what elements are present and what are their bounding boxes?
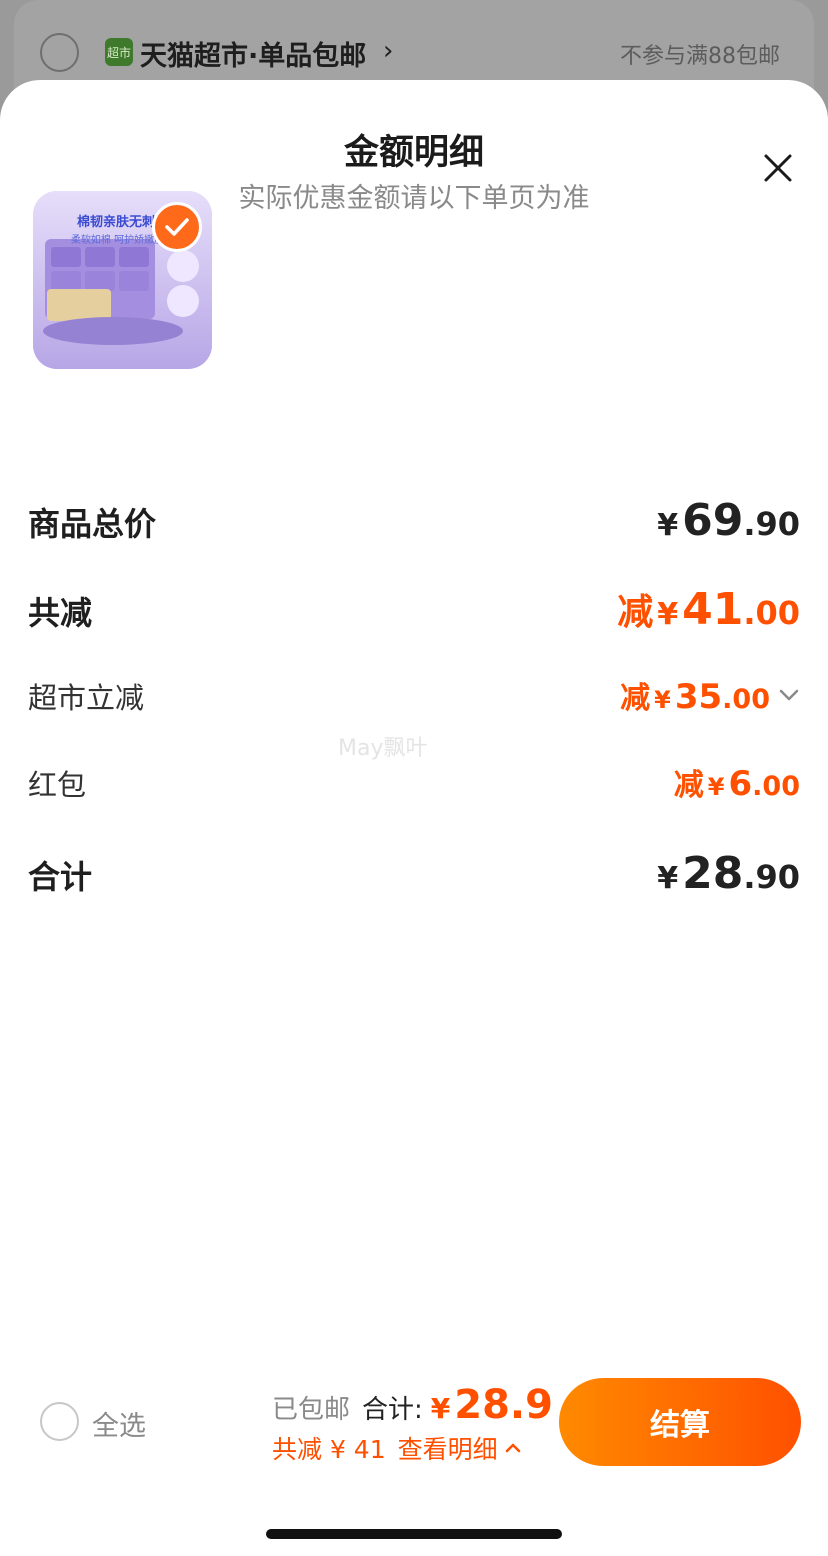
store-shipping-note: 不参与满88包邮 [620,44,780,69]
bar-total-value: 28.9 [454,1382,553,1428]
currency-symbol: ¥ [654,686,671,714]
sheet-title: 金额明细 [343,133,484,173]
home-indicator[interactable] [266,1529,562,1539]
discount-prefix: 减 [673,768,704,803]
market-discount-row[interactable]: 超市立减 减 ¥ 35 .00 [28,673,800,717]
subtotal-label: 商品总价 [28,505,157,543]
market-discount-amount: 减 ¥ 35 .00 [620,673,800,717]
total-discount-row: 共减 减 ¥ 41 .00 [28,583,800,635]
currency-symbol: ¥ [657,597,679,632]
bar-total-label: 合计: [362,1395,423,1425]
currency-symbol: ¥ [707,773,725,801]
currency-symbol: ¥ [657,508,679,543]
total-label: 合计 [28,858,93,896]
total-discount-amount: 减 ¥ 41 .00 [617,583,800,635]
shipping-status: 已包邮 [272,1395,351,1425]
total-discount-label: 共减 [28,594,93,632]
chevron-right-icon[interactable]: › [383,36,393,66]
subtotal-row: 商品总价 ¥ 69 .90 [28,495,800,546]
red-packet-row: 红包 减 ¥ 6 .00 [28,760,800,804]
bar-discount-text: 共减 ¥ 41 [272,1435,386,1464]
amount-integer: 6 [728,764,753,804]
close-icon[interactable] [758,148,798,188]
checkout-button[interactable]: 结算 [559,1378,801,1466]
discount-prefix: 减 [620,681,651,716]
subtotal-amount: ¥ 69 .90 [657,495,800,546]
amount-decimal: .00 [743,594,800,632]
amount-decimal: .00 [752,771,800,802]
amount-integer: 35 [674,677,723,717]
details-link[interactable]: 查看明细 [398,1430,498,1466]
store-logo-text: 超市 [106,45,131,60]
red-packet-label: 红包 [28,768,87,802]
store-logo-icon: 超市 [105,38,133,66]
market-discount-label: 超市立减 [28,681,145,715]
amount-integer: 28 [682,848,744,899]
select-all-label[interactable]: 全选 [92,1404,146,1443]
store-select-radio[interactable] [40,33,79,72]
watermark: May飘叶 [338,736,428,761]
chevron-down-icon[interactable] [778,688,800,702]
amount-decimal: .00 [722,684,770,715]
amount-decimal: .90 [743,505,800,543]
bar-total: 已包邮 合计: ¥ 28.9 [272,1382,553,1428]
bar-total-currency: ¥ [430,1392,451,1425]
select-all-radio[interactable] [40,1402,79,1441]
currency-symbol: ¥ [657,861,679,896]
total-amount: ¥ 28 .90 [657,848,800,899]
discount-prefix: 减 [617,592,654,633]
total-row: 合计 ¥ 28 .90 [28,848,800,899]
red-packet-amount: 减 ¥ 6 .00 [674,760,800,804]
amount-integer: 41 [682,584,744,635]
bar-discount[interactable]: 共减 ¥ 41 查看明细 [272,1430,522,1466]
chevron-up-icon[interactable] [504,1442,522,1454]
check-icon[interactable] [152,202,202,252]
amount-decimal: .90 [743,858,800,896]
amount-integer: 69 [682,495,744,546]
store-name[interactable]: 天猫超市·单品包邮 [140,34,366,73]
